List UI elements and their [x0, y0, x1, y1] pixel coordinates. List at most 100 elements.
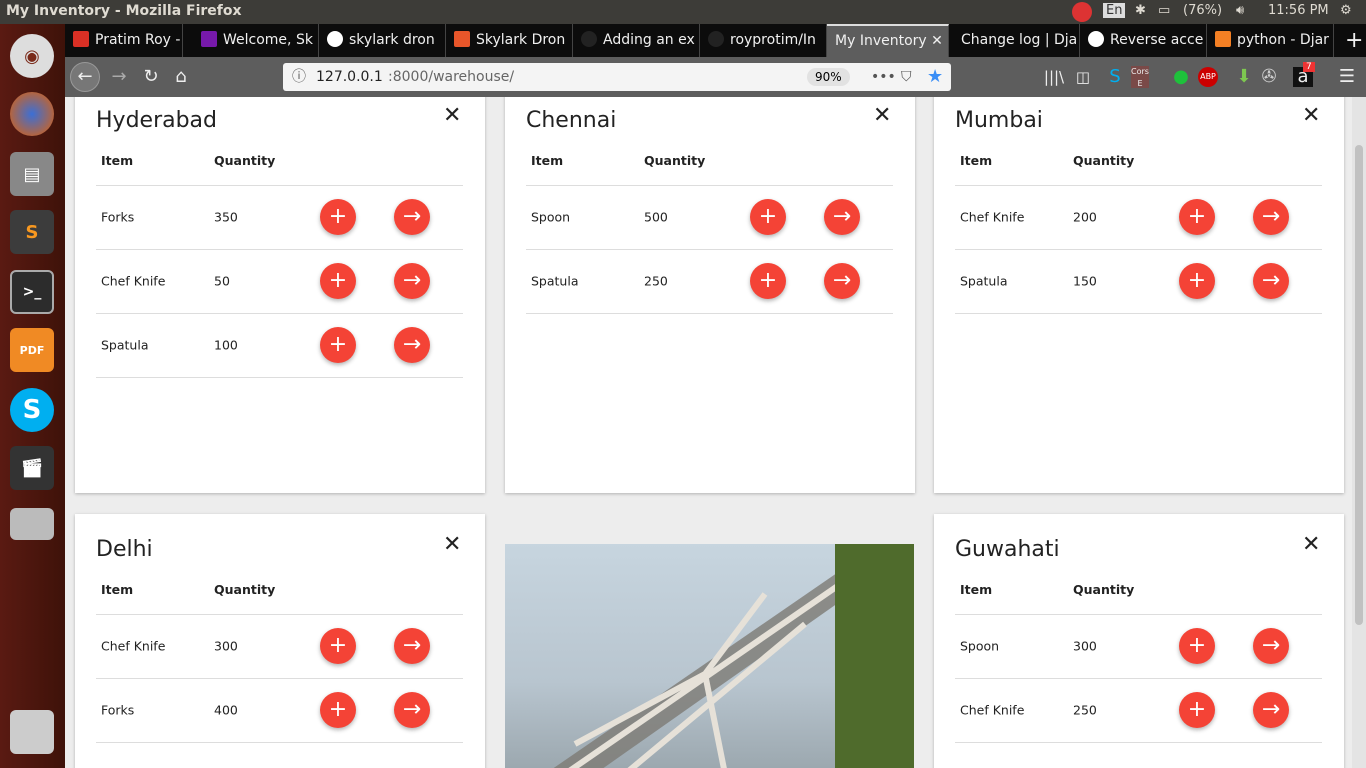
close-tab-icon[interactable]: ✕ [931, 33, 943, 49]
column-header-item: Item [960, 582, 993, 597]
transfer-button[interactable]: → [394, 263, 430, 299]
column-header-quantity: Quantity [214, 153, 276, 168]
item-name: Spatula [531, 273, 579, 289]
sublime-text-icon[interactable]: S [10, 210, 54, 254]
transfer-button[interactable]: → [394, 327, 430, 363]
transfer-button[interactable]: → [1253, 628, 1289, 664]
tab-welcome[interactable]: Welcome, Sk [193, 24, 319, 57]
pdf-editor-icon[interactable]: PDF [10, 328, 54, 372]
firefox-icon[interactable] [10, 92, 54, 136]
transfer-button[interactable]: → [394, 199, 430, 235]
video-editor-icon[interactable]: 🎬︎ [10, 446, 54, 490]
tab-reverse[interactable]: Reverse acce [1080, 24, 1207, 57]
tab-change-log[interactable]: Change log | Dja [953, 24, 1080, 57]
reload-button[interactable]: ↻ [137, 63, 165, 91]
column-header-quantity: Quantity [1073, 153, 1135, 168]
new-tab-button[interactable]: + [1337, 24, 1366, 57]
arrow-right-icon: → [402, 268, 422, 293]
home-button[interactable]: ⌂ [167, 63, 195, 91]
divider [96, 742, 463, 743]
cors-extension-icon[interactable]: Cors E [1131, 66, 1149, 88]
battery-percent[interactable]: (76%) [1183, 3, 1222, 18]
sidebar-icon[interactable]: ◫ [1069, 63, 1097, 91]
tab-label: Pratim Roy - [95, 32, 181, 48]
page-actions-icon[interactable]: ••• [871, 63, 896, 91]
item-quantity: 200 [1073, 209, 1097, 225]
transfer-button[interactable]: → [824, 263, 860, 299]
transfer-button[interactable]: → [1253, 692, 1289, 728]
bookmark-star-icon[interactable]: ★ [927, 63, 943, 91]
files-icon[interactable]: ▤ [10, 152, 54, 196]
library-icon[interactable]: |||\ [1040, 63, 1068, 91]
volume-icon[interactable]: 🔊︎ [1236, 3, 1244, 18]
transfer-button[interactable]: → [394, 692, 430, 728]
battery-icon[interactable]: ▭ [1158, 3, 1170, 18]
url-bar[interactable]: ⓘ 127.0.0.1 :8000/warehouse/ 90% ••• ⛉ ★ [283, 63, 951, 91]
transfer-button[interactable]: → [394, 628, 430, 664]
info-icon[interactable]: ⓘ [292, 63, 306, 91]
skype-icon[interactable]: S [10, 388, 54, 432]
gmail-icon [73, 31, 89, 47]
close-icon[interactable]: ✕ [1302, 103, 1320, 128]
divider [96, 185, 463, 186]
add-button[interactable]: + [750, 199, 786, 235]
close-icon[interactable]: ✕ [1302, 532, 1320, 557]
disk-drive-icon[interactable] [10, 508, 54, 540]
add-button[interactable]: + [1179, 199, 1215, 235]
tab-adding[interactable]: Adding an ex [573, 24, 700, 57]
tab-my-inventory[interactable]: My Inventory ✕ [827, 24, 949, 57]
ubuntu-dash-icon[interactable]: ◉ [10, 34, 54, 78]
tab-gmail[interactable]: Pratim Roy - [65, 24, 183, 57]
tab-github-repo[interactable]: royprotim/In [700, 24, 827, 57]
item-quantity: 150 [1073, 273, 1097, 289]
trash-icon[interactable] [10, 710, 54, 754]
add-button[interactable]: + [320, 263, 356, 299]
terminal-icon[interactable]: >_ [10, 270, 54, 314]
close-icon[interactable]: ✕ [873, 103, 891, 128]
close-icon[interactable]: ✕ [443, 532, 461, 557]
add-button[interactable]: + [1179, 692, 1215, 728]
add-button[interactable]: + [320, 692, 356, 728]
warehouse-name: Chennai [526, 108, 617, 133]
divider [955, 313, 1322, 314]
add-button[interactable]: + [1179, 628, 1215, 664]
url-path: :8000/warehouse/ [388, 69, 515, 85]
scrollbar-thumb[interactable] [1355, 145, 1363, 625]
scrollbar[interactable] [1352, 97, 1366, 768]
no-entry-icon[interactable] [1072, 2, 1092, 22]
bluetooth-icon[interactable]: ✱ [1135, 3, 1146, 18]
close-icon[interactable]: ✕ [443, 103, 461, 128]
back-button[interactable]: ← [70, 62, 100, 92]
url-host: 127.0.0.1 [316, 69, 383, 85]
transfer-button[interactable]: → [824, 199, 860, 235]
keyboard-indicator[interactable]: En [1103, 3, 1126, 18]
plus-icon: + [758, 204, 778, 229]
zoom-level[interactable]: 90% [807, 68, 850, 86]
hangouts-icon[interactable]: ● [1167, 63, 1195, 91]
bridge-illustration [553, 544, 914, 768]
item-name: Spoon [960, 638, 1000, 654]
clock[interactable]: 11:56 PM [1268, 3, 1329, 18]
tab-stackoverflow[interactable]: python - Djar [1207, 24, 1334, 57]
item-name: Forks [101, 702, 135, 718]
pocket-icon[interactable]: ⛉ [901, 63, 912, 91]
adblock-icon[interactable]: ABP [1198, 67, 1218, 87]
add-button[interactable]: + [320, 628, 356, 664]
item-name: Spatula [960, 273, 1008, 289]
transfer-button[interactable]: → [1253, 199, 1289, 235]
add-button[interactable]: + [320, 199, 356, 235]
menu-icon[interactable]: ☰ [1333, 63, 1361, 91]
column-header-item: Item [960, 153, 993, 168]
tab-google-skylark[interactable]: skylark dron [319, 24, 446, 57]
item-quantity: 300 [214, 638, 238, 654]
transfer-button[interactable]: → [1253, 263, 1289, 299]
add-button[interactable]: + [750, 263, 786, 299]
forward-button[interactable]: → [105, 63, 133, 91]
add-button[interactable]: + [320, 327, 356, 363]
film-extension-icon[interactable]: ✇ [1255, 63, 1283, 91]
tab-skylark-drones[interactable]: Skylark Dron [446, 24, 573, 57]
power-gear-icon[interactable]: ⚙ [1340, 3, 1352, 18]
download-extension-icon[interactable]: ⬇ [1230, 63, 1258, 91]
add-button[interactable]: + [1179, 263, 1215, 299]
skype-extension-icon[interactable]: S [1101, 63, 1129, 91]
